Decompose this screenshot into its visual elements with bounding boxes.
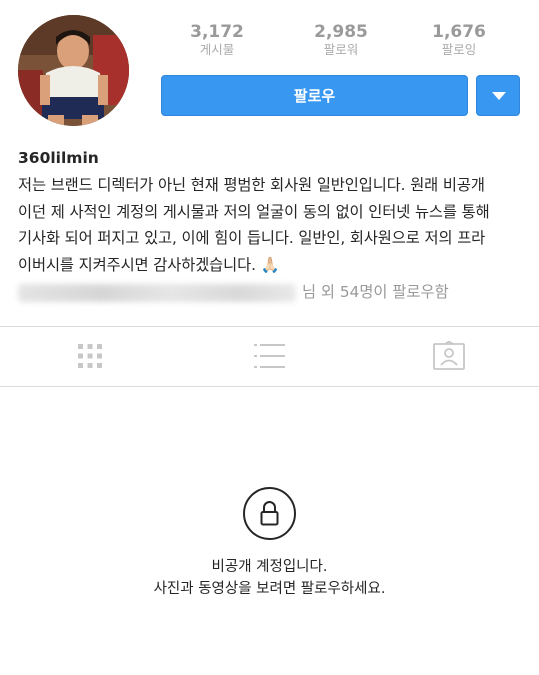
private-account-title: 비공개 계정입니다. (211, 559, 328, 575)
list-icon (254, 344, 285, 368)
following-count: 1,676 (432, 22, 486, 42)
avatar-photo (18, 15, 129, 126)
lock-icon (243, 487, 296, 540)
tagged-photos-icon (433, 341, 465, 370)
posts-stat[interactable]: 3,172 게시물 (162, 22, 272, 57)
divider (0, 386, 539, 387)
follow-button[interactable]: 팔로우 (161, 75, 468, 116)
profile-stats: 3,172 게시물 2,985 팔로워 1,676 팔로잉 (160, 22, 520, 62)
following-stat[interactable]: 1,676 팔로잉 (404, 22, 514, 57)
bio-line: 이던 제 사적인 계정의 게시물과 저의 얼굴이 동의 없이 인터넷 뉴스를 통… (18, 202, 490, 221)
grid-icon (78, 344, 102, 368)
tab-list[interactable] (252, 341, 286, 371)
blurred-follower-names (18, 283, 296, 302)
followers-label: 팔로워 (323, 42, 359, 57)
profile-username: 360lilmin (18, 149, 99, 167)
followers-count: 2,985 (314, 22, 368, 42)
profile-tabs (0, 327, 539, 386)
bio-line: 이버시를 지켜주시면 감사하겠습니다. 🙏🏻 (18, 255, 280, 274)
following-label: 팔로잉 (441, 42, 477, 57)
posts-count: 3,172 (190, 22, 244, 42)
triangle-down-icon (492, 92, 506, 100)
suggested-dropdown-button[interactable] (476, 75, 520, 116)
followed-by-text: 님 외 54명이 팔로우함 (302, 283, 449, 301)
private-account-subtitle: 사진과 동영상을 보려면 팔로우하세요. (153, 581, 386, 597)
tab-tagged[interactable] (432, 341, 466, 371)
followed-by-line[interactable]: 님 외 54명이 팔로우함 (18, 279, 523, 305)
bio-line: 기사화 되어 퍼지고 있고, 이에 힘이 듭니다. 일반인, 회사원으로 저의 … (18, 229, 486, 247)
bio-line: 저는 브랜드 디렉터가 아닌 현재 평범한 회사원 일반인입니다. 원래 비공개 (18, 176, 485, 194)
profile-avatar[interactable] (18, 15, 129, 126)
posts-label: 게시물 (199, 42, 235, 57)
profile-bio: 저는 브랜드 디렉터가 아닌 현재 평범한 회사원 일반인입니다. 원래 비공개… (18, 172, 523, 278)
tab-grid[interactable] (73, 341, 107, 371)
followers-stat[interactable]: 2,985 팔로워 (286, 22, 396, 57)
